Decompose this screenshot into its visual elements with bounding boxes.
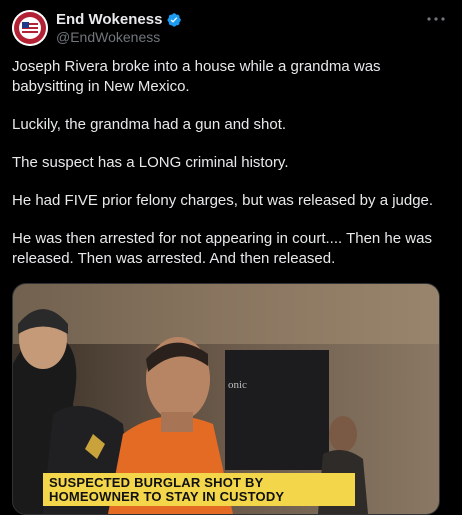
chyron-line: HOMEOWNER TO STAY IN CUSTODY xyxy=(49,489,285,504)
tweet-paragraph: He had FIVE prior felony charges, but wa… xyxy=(12,192,434,209)
tweet-paragraph: Joseph Rivera broke into a house while a… xyxy=(12,58,381,95)
author-name[interactable]: End Wokeness xyxy=(56,11,162,28)
author-handle[interactable]: @EndWokeness xyxy=(56,29,160,45)
tweet-paragraph: He was then arrested for not appearing i… xyxy=(12,230,432,267)
tweet-paragraph: Luckily, the grandma had a gun and shot. xyxy=(12,116,287,133)
avatar-logo-icon xyxy=(12,10,48,46)
monitor-shape xyxy=(225,350,329,470)
tweet-text: Joseph Rivera broke into a house while a… xyxy=(12,57,450,287)
chyron-line: SUSPECTED BURGLAR SHOT BY xyxy=(49,475,264,490)
more-options-icon[interactable] xyxy=(424,9,448,29)
author-name-row[interactable]: End Wokeness xyxy=(56,11,182,28)
tweet: End Wokeness @EndWokeness Joseph Rivera … xyxy=(0,0,462,515)
tweet-paragraph: The suspect has a LONG criminal history. xyxy=(12,154,289,171)
news-chyron: SUSPECTED BURGLAR SHOT BY HOMEOWNER TO S… xyxy=(43,473,355,506)
tweet-media-video[interactable]: onic SUSPECTED BURGLAR SHOT BY HOMEOWNER… xyxy=(12,283,440,515)
verified-badge-icon xyxy=(167,12,182,27)
author-avatar[interactable] xyxy=(12,10,48,46)
monitor-label: onic xyxy=(228,379,247,391)
